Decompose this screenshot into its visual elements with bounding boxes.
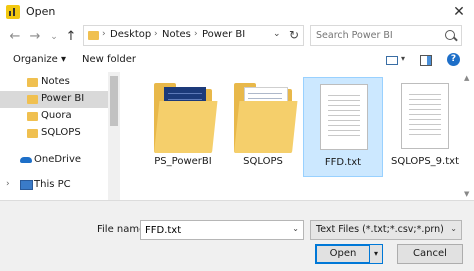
help-icon[interactable]: ? — [447, 53, 460, 66]
chevron-right-icon[interactable]: › — [6, 179, 10, 189]
back-arrow-icon[interactable]: ← — [7, 29, 23, 45]
address-bar[interactable]: › Desktop › Notes › Power BI ⌄ ↻ — [83, 25, 304, 46]
nav-item-notes[interactable]: Notes — [0, 74, 108, 91]
nav-item-label: SQLOPS — [41, 127, 81, 138]
folder-icon — [234, 83, 298, 153]
new-folder-button[interactable]: New folder — [82, 54, 136, 65]
search-box[interactable] — [310, 25, 462, 46]
folder-icon — [27, 112, 38, 121]
nav-item-power-bi[interactable]: Power BI — [0, 91, 108, 108]
view-options-dropdown-icon[interactable]: ▾ — [401, 54, 405, 63]
breadcrumb-power-bi[interactable]: Power BI — [202, 29, 245, 40]
nav-item-sqlops[interactable]: SQLOPS — [0, 125, 108, 142]
file-type-select[interactable]: Text Files (*.txt;*.csv;*.prn) ⌄ — [310, 220, 462, 240]
title-bar — [0, 0, 474, 24]
breadcrumb-separator: › — [102, 29, 106, 39]
file-item-ps-powerbi[interactable]: PS_PowerBI — [143, 77, 223, 177]
nav-item-quora[interactable]: Quora — [0, 108, 108, 125]
breadcrumb-separator: › — [194, 29, 198, 39]
onedrive-icon — [20, 157, 32, 163]
nav-item-onedrive[interactable]: OneDrive — [0, 152, 108, 169]
nav-item-label: Power BI — [41, 93, 85, 104]
nav-pane-scroll-thumb[interactable] — [110, 76, 118, 126]
folder-icon — [27, 129, 38, 138]
file-item-sqlops[interactable]: SQLOPS — [223, 77, 303, 177]
file-name: PS_PowerBI — [154, 156, 212, 167]
recent-locations-dropdown-icon[interactable]: ⌄ — [46, 29, 62, 45]
search-input[interactable] — [316, 28, 436, 43]
folder-icon — [27, 95, 38, 104]
up-arrow-icon[interactable]: ↑ — [63, 29, 79, 45]
file-name-input[interactable] — [145, 223, 285, 237]
nav-item-this-pc[interactable]: › This PC — [0, 177, 108, 194]
navigation-pane: Notes Power BI Quora SQLOPS OneDrive › T… — [0, 72, 120, 200]
this-pc-icon — [20, 180, 33, 190]
chevron-down-icon[interactable]: ⌄ — [292, 224, 299, 233]
file-name: SQLOPS_9.txt — [391, 156, 459, 167]
breadcrumb-desktop[interactable]: Desktop — [110, 29, 151, 40]
file-list-scrollbar[interactable] — [463, 72, 474, 200]
folder-icon — [27, 78, 38, 87]
chevron-down-icon[interactable]: ⌄ — [450, 224, 457, 233]
text-file-icon — [320, 84, 368, 150]
scroll-up-icon[interactable]: ▲ — [464, 74, 469, 82]
folder-icon — [88, 31, 99, 40]
scroll-down-icon[interactable]: ▼ — [464, 190, 469, 198]
file-type-value: Text Files (*.txt;*.csv;*.prn) — [316, 224, 444, 235]
refresh-icon[interactable]: ↻ — [289, 28, 299, 42]
window-title: Open — [26, 5, 56, 18]
nav-item-label: Quora — [41, 110, 72, 121]
nav-item-label: Notes — [41, 76, 70, 87]
file-item-sqlops-9-txt[interactable]: SQLOPS_9.txt — [385, 77, 465, 177]
file-name: SQLOPS — [243, 156, 283, 167]
open-button[interactable]: Open — [315, 244, 371, 264]
organize-button[interactable]: Organize ▾ — [13, 54, 66, 65]
text-file-icon — [401, 83, 449, 149]
file-item-ffd-txt[interactable]: FFD.txt — [303, 77, 383, 177]
forward-arrow-icon[interactable]: → — [27, 29, 43, 45]
folder-icon — [154, 83, 218, 153]
open-options-dropdown-icon[interactable]: ▾ — [369, 244, 383, 264]
address-dropdown-icon[interactable]: ⌄ — [273, 29, 281, 39]
power-bi-icon — [6, 5, 20, 19]
breadcrumb-separator: › — [154, 29, 158, 39]
file-name: FFD.txt — [324, 157, 362, 168]
nav-item-label: This PC — [34, 179, 71, 190]
preview-pane-icon[interactable] — [420, 55, 432, 66]
cancel-button[interactable]: Cancel — [397, 244, 463, 264]
nav-item-label: OneDrive — [34, 154, 82, 165]
close-icon[interactable]: ✕ — [450, 3, 468, 21]
change-view-icon[interactable] — [386, 56, 398, 65]
search-icon[interactable] — [445, 30, 455, 40]
breadcrumb-notes[interactable]: Notes — [162, 29, 191, 40]
file-name-combo[interactable]: ⌄ — [140, 220, 304, 240]
